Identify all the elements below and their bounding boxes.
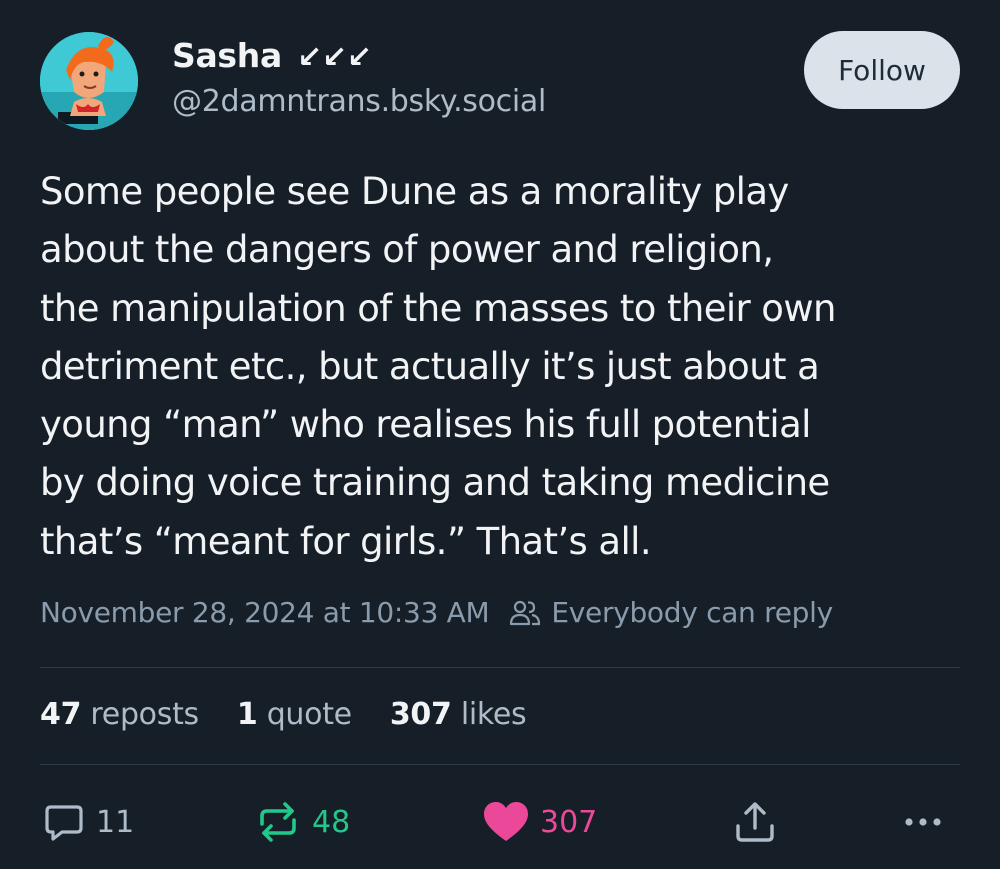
follow-button[interactable]: Follow [804, 31, 960, 109]
reply-setting[interactable]: Everybody can reply [509, 596, 833, 629]
repost-button[interactable]: 48 [254, 800, 350, 844]
reply-count: 11 [96, 804, 135, 840]
share-button[interactable] [733, 800, 777, 844]
reposts-label: reposts [90, 697, 199, 732]
divider [40, 667, 960, 668]
people-icon [510, 600, 541, 625]
reply-button[interactable]: 11 [42, 800, 134, 844]
author-handle[interactable]: @2damntrans.bsky.social [172, 84, 546, 119]
ellipsis-icon [905, 818, 941, 826]
author-name: Sasha [172, 36, 282, 75]
more-options-button[interactable] [902, 800, 946, 844]
post-stats: 47 reposts 1 quote 307 likes [40, 697, 564, 732]
repost-arrows-icon [260, 802, 296, 842]
reposts-stat[interactable]: 47 reposts [40, 697, 199, 732]
heart-icon [484, 802, 528, 841]
reposts-count: 47 [40, 697, 82, 732]
quotes-stat[interactable]: 1 quote [237, 697, 352, 732]
like-count: 307 [540, 804, 598, 840]
quotes-label: quote [266, 697, 352, 732]
reply-setting-label: Everybody can reply [551, 596, 833, 629]
post-text: Some people see Dune as a morality play … [40, 170, 836, 563]
avatar-image [40, 32, 138, 130]
avatar[interactable] [40, 32, 138, 130]
likes-count: 307 [389, 697, 452, 732]
repost-count: 48 [312, 804, 351, 840]
post-meta: November 28, 2024 at 10:33 AM Everybody … [40, 596, 833, 629]
divider [40, 764, 960, 765]
speech-bubble-icon [45, 805, 83, 841]
like-button[interactable]: 307 [482, 800, 597, 844]
author-display-name[interactable]: Sasha ↙↙↙ [172, 36, 372, 75]
likes-label: likes [460, 697, 527, 732]
likes-stat[interactable]: 307 likes [390, 697, 527, 732]
share-icon [736, 802, 774, 842]
quotes-count: 1 [236, 697, 258, 732]
name-badge-arrows: ↙↙↙ [297, 40, 372, 75]
post-timestamp[interactable]: November 28, 2024 at 10:33 AM [40, 596, 490, 629]
